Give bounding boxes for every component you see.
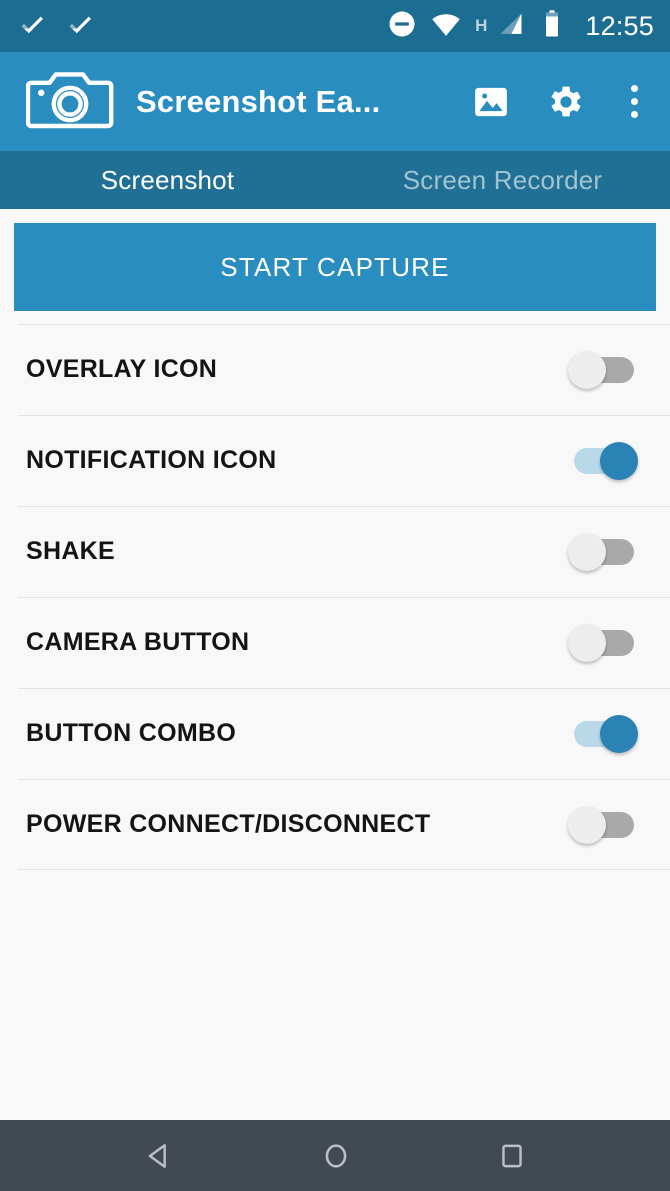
list-item-label: POWER CONNECT/DISCONNECT xyxy=(26,810,431,838)
app-bar-actions xyxy=(471,81,648,123)
toggle-power-connect-disconnect[interactable] xyxy=(568,802,640,848)
home-icon[interactable] xyxy=(289,1139,383,1173)
battery-icon xyxy=(539,9,565,44)
status-bar-system-icons: H 12:55 xyxy=(387,9,654,44)
main-content: START CAPTURE OVERLAY ICON NOTIFICATION … xyxy=(0,209,670,1120)
back-icon[interactable] xyxy=(112,1139,206,1173)
list-item-overlay-icon[interactable]: OVERLAY ICON xyxy=(0,324,670,415)
toggle-notification-icon[interactable] xyxy=(568,438,640,484)
gallery-icon[interactable] xyxy=(471,82,511,122)
tab-screen-recorder[interactable]: Screen Recorder xyxy=(335,151,670,209)
network-type-label: H xyxy=(475,15,488,35)
status-bar-notifications xyxy=(18,10,94,43)
recents-icon[interactable] xyxy=(466,1140,558,1172)
capture-button-container: START CAPTURE xyxy=(0,209,670,311)
tab-screenshot[interactable]: Screenshot xyxy=(0,151,335,209)
tab-bar: Screenshot Screen Recorder xyxy=(0,151,670,209)
toggle-thumb xyxy=(568,532,606,571)
list-item-label: OVERLAY ICON xyxy=(26,355,218,383)
list-item-label: CAMERA BUTTON xyxy=(26,628,250,656)
list-item-label: BUTTON COMBO xyxy=(26,719,237,747)
toggle-thumb xyxy=(600,441,638,480)
list-item-notification-icon[interactable]: NOTIFICATION ICON xyxy=(0,415,670,506)
empty-area xyxy=(0,870,670,1120)
toggle-button-combo[interactable] xyxy=(568,711,640,757)
check-icon xyxy=(66,10,94,43)
toggle-thumb xyxy=(568,350,606,389)
overflow-dot xyxy=(631,98,638,105)
signal-icon xyxy=(497,10,525,43)
list-item-label: NOTIFICATION ICON xyxy=(26,446,277,474)
toggle-thumb xyxy=(568,805,606,844)
page-title: Screenshot Ea... xyxy=(136,83,381,119)
list-item-label: SHAKE xyxy=(26,537,116,565)
settings-list: OVERLAY ICON NOTIFICATION ICON SHAKE CAM… xyxy=(0,324,670,870)
list-item-shake[interactable]: SHAKE xyxy=(0,506,670,597)
toggle-camera-button[interactable] xyxy=(568,620,640,666)
toggle-thumb xyxy=(600,714,638,753)
toggle-overlay-icon[interactable] xyxy=(568,347,640,393)
check-icon xyxy=(18,10,46,43)
status-bar: H 12:55 xyxy=(0,0,670,52)
camera-icon xyxy=(25,66,114,137)
toggle-shake[interactable] xyxy=(568,529,640,575)
settings-gear-icon[interactable] xyxy=(545,81,587,123)
do-not-disturb-icon xyxy=(387,9,417,44)
app-bar: Screenshot Ea... xyxy=(0,52,670,151)
app-root: H 12:55 Screenshot Ea... Screenshot Scre… xyxy=(0,0,670,1191)
overflow-dot xyxy=(631,85,638,92)
overflow-dot xyxy=(631,111,638,118)
list-item-camera-button[interactable]: CAMERA BUTTON xyxy=(0,597,670,688)
wifi-icon xyxy=(431,9,461,44)
list-item-button-combo[interactable]: BUTTON COMBO xyxy=(0,688,670,779)
toggle-thumb xyxy=(568,623,606,662)
start-capture-button[interactable]: START CAPTURE xyxy=(14,223,656,311)
overflow-menu-icon[interactable] xyxy=(621,81,648,122)
navigation-bar xyxy=(0,1120,670,1191)
list-item-power-connect-disconnect[interactable]: POWER CONNECT/DISCONNECT xyxy=(0,779,670,870)
status-bar-clock: 12:55 xyxy=(585,10,654,41)
